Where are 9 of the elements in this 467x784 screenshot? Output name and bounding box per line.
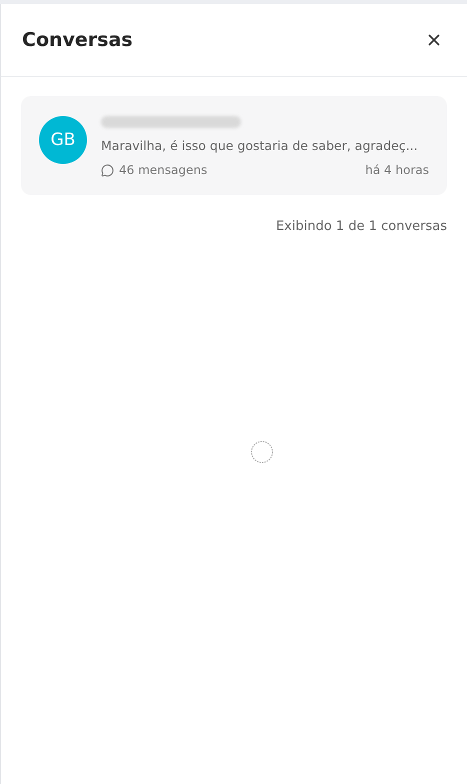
chat-bubble-icon: [101, 164, 114, 176]
message-preview: Maravilha, é isso que gostaria de saber, agradeç...: [101, 138, 419, 153]
timestamp: há 4 horas: [365, 163, 429, 177]
panel-title: Conversas: [22, 29, 133, 51]
conversation-card[interactable]: GB Maravilha, é isso que gostaria de saber, agradeç... 46 mensagens há 4 horas: [21, 96, 447, 195]
loading-spinner-icon: [250, 440, 274, 464]
conversation-count: Exibindo 1 de 1 conversas: [274, 219, 447, 234]
avatar: GB: [39, 116, 87, 164]
message-count: 46 mensagens: [119, 163, 208, 177]
